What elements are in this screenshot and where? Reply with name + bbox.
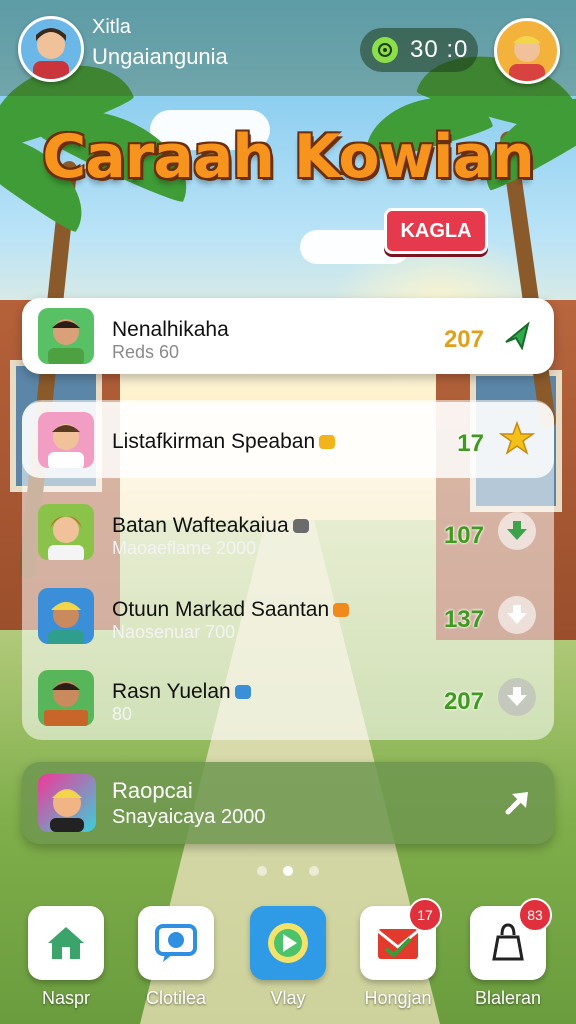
player-avatar: [38, 308, 94, 364]
featured-name: Raopcai: [112, 778, 193, 803]
rank-down-icon[interactable]: [498, 596, 536, 634]
home-icon: [28, 906, 104, 980]
notification-badge: 83: [518, 898, 552, 932]
mail-icon: 17: [360, 898, 442, 980]
player-avatar: [38, 670, 94, 726]
player-avatar: [38, 774, 96, 832]
player-subtitle: Reds 60: [112, 342, 180, 362]
nav-label: Hongjan: [364, 988, 432, 1008]
timer[interactable]: 30 :0: [360, 28, 478, 72]
top-bar: Xitla Ungaiangunia 30 :0: [0, 0, 576, 96]
player-score: 17: [457, 430, 484, 457]
player-avatar: [38, 504, 94, 560]
nav-label: Naspr: [41, 988, 90, 1008]
tag-icon: [292, 519, 309, 534]
rank-up-icon[interactable]: [498, 316, 536, 354]
user-avatar[interactable]: [18, 16, 84, 82]
bottom-nav: Naspr Clotilea Vlay 17 Hongjan 83 Blaler…: [0, 898, 576, 1024]
player-name: Listafkirman Speaban: [112, 430, 336, 454]
user-name: Xitla: [92, 16, 131, 38]
rank-down-icon[interactable]: [498, 678, 536, 716]
leaderboard-top-row[interactable]: Nenalhikaha Reds 60 207: [22, 298, 554, 374]
nav-item-chat[interactable]: Clotilea: [136, 906, 216, 1009]
tag-icon: [234, 685, 251, 700]
user-subtitle: Ungaiangunia: [92, 44, 228, 69]
leaderboard-row[interactable]: Otuun Markad Saantan Naosenuar 700 137: [22, 578, 554, 654]
player-name: Batan Wafteakaiua: [112, 514, 309, 538]
nav-item-bag[interactable]: 83 Blaleran: [468, 898, 552, 1009]
player-score: 207: [443, 326, 484, 353]
player-subtitle: 80: [112, 704, 133, 724]
nav-item-mail[interactable]: 17 Hongjan: [358, 898, 442, 1009]
player-name: Nenalhikaha: [112, 318, 229, 341]
player-avatar: [38, 412, 94, 468]
player-score: 107: [443, 522, 484, 549]
opponent-avatar[interactable]: [494, 18, 560, 84]
bag-icon: 83: [470, 898, 552, 980]
nav-label: Vlay: [270, 988, 306, 1008]
page-dot[interactable]: [309, 866, 319, 876]
star-icon[interactable]: [498, 420, 536, 458]
arrow-up-right-icon[interactable]: [498, 784, 536, 822]
page-indicator: [0, 866, 576, 876]
title-badge: KAGLA: [384, 208, 488, 254]
nav-label: Blaleran: [474, 988, 542, 1008]
featured-subtitle: Snayaicaya 2000: [112, 806, 266, 828]
nav-label: Clotilea: [145, 988, 207, 1008]
timer-value: 30 :0: [410, 36, 469, 63]
tag-icon: [333, 603, 350, 618]
tag-icon: [319, 435, 336, 450]
clock-icon: [372, 37, 398, 63]
player-subtitle: Naosenuar 700: [112, 622, 236, 642]
play-icon: [250, 906, 326, 980]
leaderboard-row[interactable]: Listafkirman Speaban 17: [22, 402, 554, 478]
player-avatar: [38, 588, 94, 644]
player-subtitle: Maoaeflame 2000: [112, 538, 257, 558]
game-title: Caraah Kowian: [42, 122, 535, 192]
chat-icon: [138, 906, 214, 980]
featured-card[interactable]: Raopcai Snayaicaya 2000: [22, 762, 554, 844]
player-name: Otuun Markad Saantan: [112, 598, 350, 622]
rank-down-icon[interactable]: [498, 512, 536, 550]
leaderboard-row[interactable]: Rasn Yuelan 80 207: [22, 660, 554, 736]
page-dot-active[interactable]: [283, 866, 293, 876]
notification-badge: 17: [408, 898, 442, 932]
nav-item-play[interactable]: Vlay: [248, 906, 328, 1009]
nav-item-home[interactable]: Naspr: [26, 906, 106, 1009]
page-dot[interactable]: [257, 866, 267, 876]
player-name: Rasn Yuelan: [112, 680, 251, 704]
leaderboard-row[interactable]: Batan Wafteakaiua Maoaeflame 2000 107: [22, 494, 554, 570]
player-score: 137: [443, 606, 484, 633]
player-score: 207: [443, 688, 484, 715]
